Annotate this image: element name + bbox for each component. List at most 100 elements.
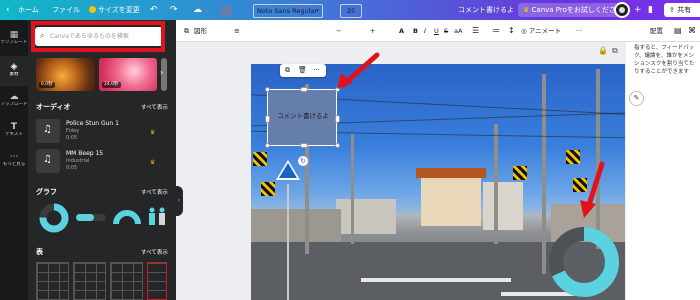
resize-handle[interactable] bbox=[300, 143, 308, 148]
align-center-icon[interactable]: ☰ bbox=[472, 20, 479, 42]
resize-handle[interactable] bbox=[265, 115, 270, 123]
comment-pane: 指すると、フィードバック、議論を、誰かをメンションスクを割り当てたりすることがで… bbox=[626, 42, 700, 300]
building-roof bbox=[416, 168, 486, 178]
stats-icon[interactable]: ▮ bbox=[648, 4, 653, 16]
text-icon: T bbox=[10, 122, 18, 132]
more-icon: ··· bbox=[9, 152, 19, 162]
graph-show-all-link[interactable]: すべて表示 bbox=[141, 189, 168, 197]
try-pro-button[interactable]: ♛ Canva Proをお試しください bbox=[518, 3, 628, 17]
building bbox=[336, 199, 396, 234]
gauge-thumbnail[interactable] bbox=[112, 205, 142, 225]
table-thumbnail[interactable] bbox=[110, 262, 143, 300]
chevron-left-icon[interactable]: ‹ bbox=[6, 4, 10, 16]
donut-chart-thumbnail[interactable] bbox=[38, 202, 70, 234]
link-icon[interactable]: ⌘ bbox=[688, 20, 696, 42]
donut-chart-element[interactable] bbox=[545, 223, 623, 300]
rail-item-more[interactable]: ··· もっと見る bbox=[0, 148, 28, 176]
share-button[interactable]: ⇪ 共有 bbox=[664, 3, 700, 17]
table-thumbnail[interactable] bbox=[36, 262, 69, 300]
resize-button[interactable]: サイズを変更 bbox=[89, 0, 140, 20]
list-item[interactable]: ♫ Police Stun Gun 1 Foley 0:05 ♛ bbox=[36, 119, 166, 145]
more-options-icon[interactable]: ··· bbox=[313, 64, 320, 77]
collapse-panel-button[interactable]: ‹ bbox=[175, 186, 183, 216]
rotate-handle-icon[interactable]: ↻ bbox=[298, 156, 308, 166]
textbox-text[interactable]: コメント書けるよ bbox=[268, 112, 338, 121]
fill-color-swatch[interactable] bbox=[221, 6, 232, 17]
resize-handle[interactable] bbox=[300, 87, 308, 92]
duplicate-page-icon[interactable]: ⧉ bbox=[612, 46, 618, 56]
table-section-title: 表 bbox=[36, 248, 43, 256]
italic-button[interactable]: I bbox=[424, 20, 426, 42]
editor-toolbar: ⧉ 図形 ≡ − + A B I U S aA ☰ ≔ ↕ ◎ アニメート ··… bbox=[176, 20, 700, 42]
bold-button[interactable]: B bbox=[413, 20, 418, 42]
spacing-icon[interactable]: ↕ bbox=[508, 20, 515, 42]
audio-duration: 0:05 bbox=[66, 165, 78, 171]
building bbox=[483, 182, 523, 230]
more-options-icon[interactable]: ··· bbox=[576, 20, 582, 42]
file-menu[interactable]: ファイル bbox=[52, 0, 80, 20]
utility-pole bbox=[351, 134, 354, 244]
underline-button[interactable]: U bbox=[434, 20, 439, 42]
trash-icon[interactable]: 🗑 bbox=[298, 64, 307, 77]
list-icon[interactable]: ≔ bbox=[492, 20, 500, 42]
cloud-save-icon[interactable]: ☁ bbox=[193, 4, 202, 16]
border-style-icon[interactable]: ≡ bbox=[234, 20, 240, 42]
highlight-frame bbox=[31, 21, 165, 52]
animate-label: アニメート bbox=[528, 27, 562, 35]
copy-style-icon[interactable]: ⧉ bbox=[184, 20, 189, 42]
table-thumbnail[interactable] bbox=[147, 262, 167, 300]
audio-show-all-link[interactable]: すべて表示 bbox=[141, 104, 168, 112]
rail-item-elements[interactable]: ◈ 素材 bbox=[0, 56, 28, 86]
selected-textbox[interactable]: コメント書けるよ bbox=[267, 89, 337, 146]
redo-icon[interactable]: ↷ bbox=[170, 4, 178, 16]
list-item[interactable]: ♫ MM Beep 15 Industrial 0:05 ♛ bbox=[36, 149, 166, 175]
case-button[interactable]: aA bbox=[454, 20, 462, 42]
position-button[interactable]: 配置 bbox=[650, 20, 663, 42]
progress-bar-thumbnail[interactable] bbox=[76, 213, 106, 223]
duplicate-icon[interactable]: ⧉ bbox=[285, 64, 290, 77]
utility-pole bbox=[596, 69, 600, 249]
animate-button[interactable]: ◎ アニメート bbox=[521, 20, 561, 42]
rail-label: 素材 bbox=[9, 72, 19, 77]
rail-item-text[interactable]: T テキスト bbox=[0, 118, 28, 146]
crown-icon: ♛ bbox=[150, 159, 156, 166]
video-thumbnail[interactable]: 6.0秒 bbox=[36, 58, 95, 91]
music-note-icon: ♫ bbox=[43, 124, 52, 135]
text-color-button[interactable]: A bbox=[399, 20, 404, 42]
lock-icon[interactable]: 🔒 bbox=[598, 46, 608, 55]
try-pro-label: Canva Proをお試しください bbox=[531, 6, 623, 14]
railroad-crossing-sign bbox=[253, 152, 267, 166]
undo-icon[interactable]: ↶ bbox=[150, 4, 158, 16]
video-duration: 24.0秒 bbox=[102, 82, 121, 88]
pictogram-thumbnail[interactable] bbox=[146, 206, 168, 226]
add-comment-icon[interactable]: ✎ bbox=[629, 91, 644, 106]
font-size-input[interactable]: 25 bbox=[340, 4, 362, 18]
rail-item-templates[interactable]: ▦ テンプレート bbox=[0, 26, 28, 54]
element-mini-toolbar: ⧉ 🗑 ··· bbox=[280, 64, 326, 77]
resize-handle[interactable] bbox=[335, 143, 340, 148]
rail-label: テキスト bbox=[5, 132, 23, 137]
decrease-size-button[interactable]: − bbox=[336, 20, 341, 42]
rail-item-uploads[interactable]: ☁ アップロード bbox=[0, 88, 28, 116]
resize-handle[interactable] bbox=[335, 115, 340, 123]
strikethrough-button[interactable]: S bbox=[444, 20, 448, 42]
pro-crown-icon bbox=[89, 6, 96, 13]
video-thumbnail[interactable]: 24.0秒 bbox=[99, 58, 157, 91]
effects-button[interactable]: 図形 bbox=[194, 20, 207, 42]
increase-size-button[interactable]: + bbox=[370, 20, 375, 42]
sign-pole bbox=[287, 184, 289, 300]
table-thumbnail[interactable] bbox=[73, 262, 106, 300]
resize-handle[interactable] bbox=[265, 87, 270, 92]
left-rail: ▦ テンプレート ◈ 素材 ☁ アップロード T テキスト ··· もっと見る bbox=[0, 20, 28, 300]
audio-cover: ♫ bbox=[36, 119, 60, 143]
chevron-right-icon[interactable]: › bbox=[160, 68, 163, 77]
font-select[interactable]: Noto Sans Regular ▾ bbox=[253, 4, 323, 18]
home-button[interactable]: ホーム bbox=[18, 0, 39, 20]
resize-handle[interactable] bbox=[265, 143, 270, 148]
table-show-all-link[interactable]: すべて表示 bbox=[141, 249, 168, 257]
audio-title: MM Beep 15 bbox=[66, 150, 104, 157]
document-title[interactable]: コメント書けるよ bbox=[458, 0, 514, 20]
avatar[interactable] bbox=[614, 2, 630, 18]
transparency-icon[interactable]: ▤ bbox=[674, 20, 682, 42]
plus-icon[interactable]: + bbox=[634, 4, 642, 16]
